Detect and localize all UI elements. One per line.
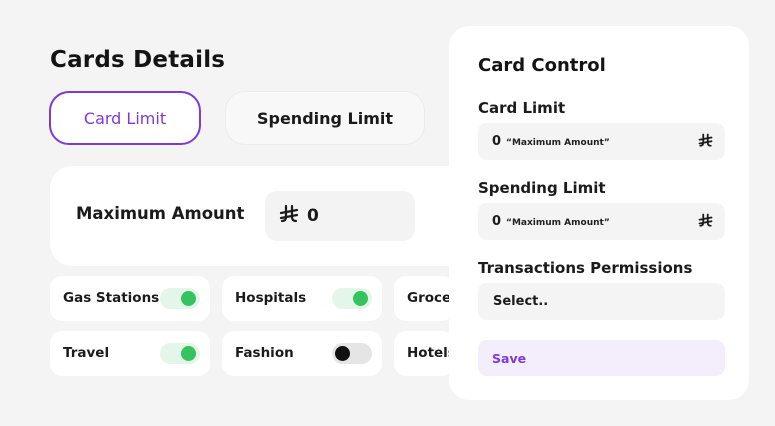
save-button[interactable]: Save — [478, 340, 725, 376]
category-hospitals: Hospitals — [222, 276, 382, 321]
page-title: Cards Details — [50, 47, 226, 73]
category-label: Travel — [63, 345, 110, 361]
card-limit-value: 0 — [492, 134, 502, 149]
spending-limit-input[interactable]: 0 “Maximum Amount” — [478, 203, 725, 240]
toggle-knob — [335, 346, 350, 361]
category-groceries: Groce — [394, 276, 454, 321]
category-gas-stations: Gas Stations — [50, 276, 210, 321]
fashion-toggle[interactable] — [332, 343, 372, 364]
category-label: Hospitals — [235, 290, 307, 306]
maximum-amount-card: Maximum Amount 0 — [50, 166, 470, 266]
card-limit-placeholder: “Maximum Amount” — [506, 137, 610, 148]
card-limit-input[interactable]: 0 “Maximum Amount” — [478, 123, 725, 160]
spending-limit-value: 0 — [492, 214, 502, 229]
gas-stations-toggle[interactable] — [160, 288, 200, 309]
category-fashion: Fashion — [222, 331, 382, 376]
category-label: Fashion — [235, 345, 294, 361]
currency-icon — [279, 204, 299, 228]
spending-limit-label: Spending Limit — [478, 179, 606, 197]
tab-spending-limit[interactable]: Spending Limit — [225, 91, 425, 145]
toggle-knob — [181, 291, 196, 306]
category-label: Groce — [407, 290, 452, 306]
category-hotels: Hotels — [394, 331, 456, 376]
currency-icon — [698, 213, 713, 232]
card-control-panel: Card Control Card Limit 0 “Maximum Amoun… — [449, 26, 749, 400]
tab-card-limit[interactable]: Card Limit — [49, 91, 201, 145]
panel-title: Card Control — [478, 55, 606, 76]
maximum-amount-label: Maximum Amount — [76, 204, 245, 223]
hospitals-toggle[interactable] — [332, 288, 372, 309]
transactions-permissions-select[interactable]: Select.. — [478, 283, 725, 320]
maximum-amount-input[interactable]: 0 — [265, 191, 415, 241]
card-limit-label: Card Limit — [478, 99, 566, 117]
transactions-permissions-label: Transactions Permissions — [478, 259, 693, 277]
currency-icon — [698, 133, 713, 152]
category-label: Gas Stations — [63, 290, 160, 306]
category-travel: Travel — [50, 331, 210, 376]
maximum-amount-value: 0 — [307, 206, 319, 226]
toggle-knob — [181, 346, 196, 361]
spending-limit-placeholder: “Maximum Amount” — [506, 217, 610, 228]
travel-toggle[interactable] — [160, 343, 200, 364]
toggle-knob — [353, 291, 368, 306]
